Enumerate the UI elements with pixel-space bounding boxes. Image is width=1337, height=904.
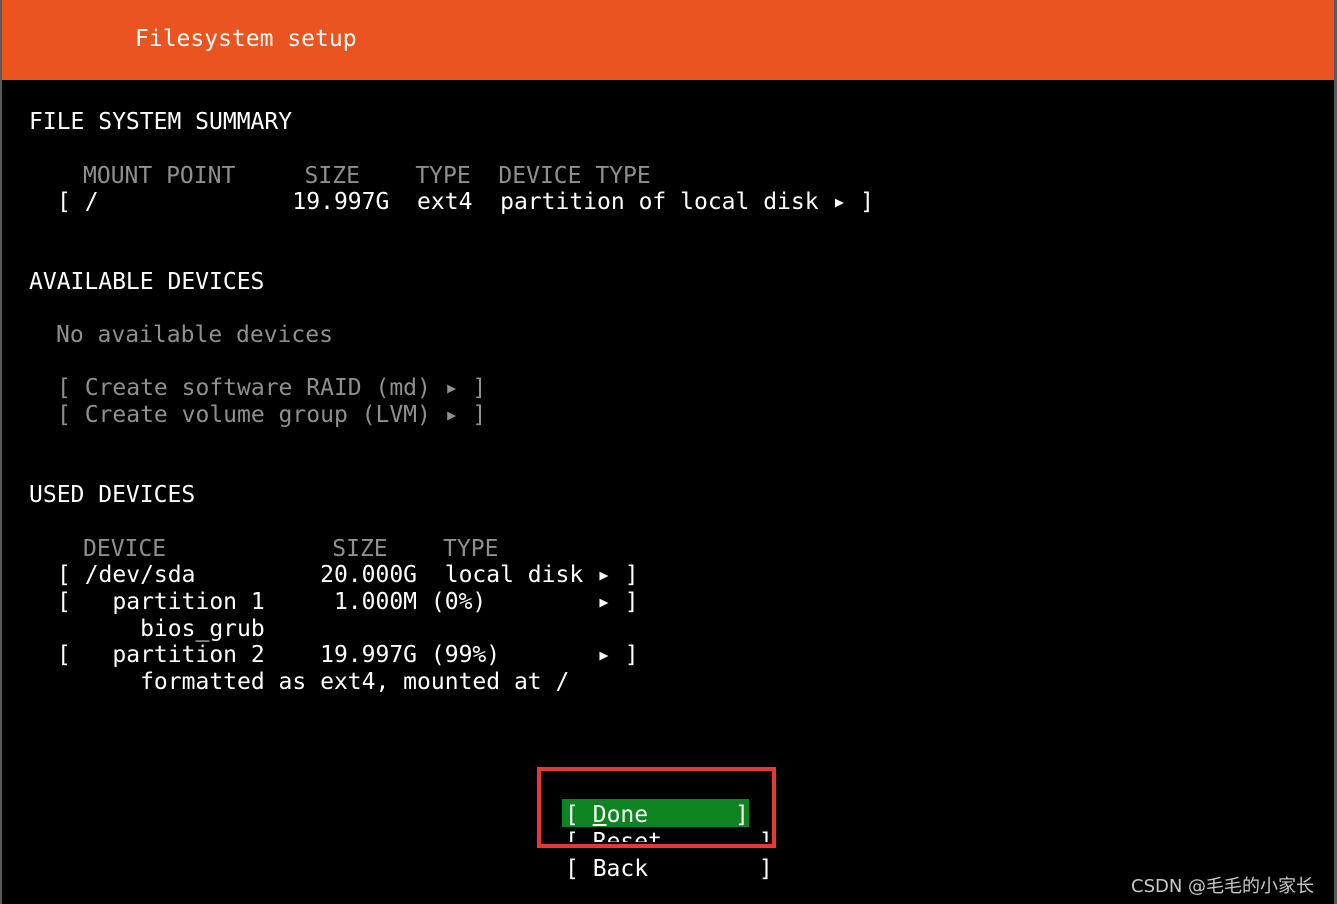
page-title: Filesystem setup xyxy=(135,26,357,52)
watermark: CSDN @毛毛的小家长 xyxy=(1131,876,1315,897)
create-lvm-button[interactable]: [ Create volume group (LVM) ▸ ] xyxy=(57,401,486,429)
used-row-partition-2[interactable]: [ partition 2 19.997G (99%) ▸ ] xyxy=(57,641,639,669)
annotation-highlight-box xyxy=(537,767,776,848)
available-heading: AVAILABLE DEVICES xyxy=(29,269,265,295)
summary-heading: FILE SYSTEM SUMMARY xyxy=(29,109,293,135)
partition-2-detail: formatted as ext4, mounted at / xyxy=(57,669,570,695)
used-row-sda[interactable]: [ /dev/sda 20.000G local disk ▸ ] xyxy=(57,561,639,589)
summary-column-headers: MOUNT POINT SIZE TYPE DEVICE TYPE xyxy=(83,163,651,189)
back-button[interactable]: [ Back ] xyxy=(565,855,773,883)
no-available-devices-text: No available devices xyxy=(56,322,333,348)
used-heading: USED DEVICES xyxy=(29,482,196,508)
create-raid-button[interactable]: [ Create software RAID (md) ▸ ] xyxy=(57,374,486,402)
header-bar: Filesystem setup xyxy=(2,0,1334,80)
used-row-partition-1[interactable]: [ partition 1 1.000M (0%) ▸ ] xyxy=(57,588,639,616)
summary-row-root[interactable]: [ / 19.997G ext4 partition of local disk… xyxy=(57,188,874,216)
used-column-headers: DEVICE SIZE TYPE xyxy=(83,536,499,562)
partition-1-detail: bios_grub xyxy=(57,616,265,642)
installer-screen: Filesystem setup FILE SYSTEM SUMMARY MOU… xyxy=(0,0,1337,904)
